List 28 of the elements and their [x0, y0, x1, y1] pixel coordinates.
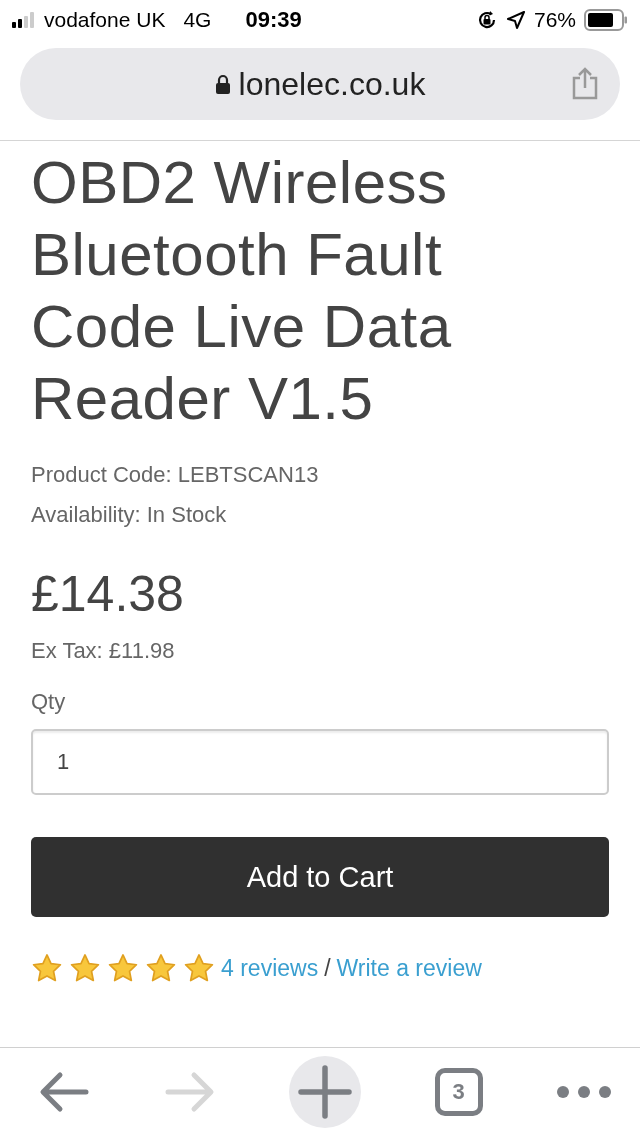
product-code: Product Code: LEBTSCAN13 [31, 461, 320, 489]
star-icon [31, 953, 63, 983]
battery-icon [584, 9, 628, 31]
star-icon [183, 953, 215, 983]
product-title: OBD2 Wireless Bluetooth Fault Code Live Data Reader V1.5 [31, 148, 453, 434]
add-to-cart-button[interactable]: Add to Cart [31, 837, 609, 917]
back-arrow-icon[interactable] [38, 1070, 90, 1114]
star-icon [69, 953, 101, 983]
tab-count-button[interactable]: 3 [434, 1068, 483, 1116]
address-bar[interactable]: lonelec.co.uk [20, 48, 620, 120]
star-icon [107, 953, 139, 983]
battery-percent: 76% [533, 8, 576, 32]
separator: / [324, 954, 331, 982]
network-type: 4G [183, 8, 212, 32]
star-icon [145, 953, 177, 983]
share-icon[interactable] [570, 66, 600, 100]
new-tab-plus-icon[interactable] [289, 1056, 361, 1128]
more-dots-icon[interactable] [556, 1085, 612, 1099]
location-arrow-icon [505, 10, 526, 30]
url-text: lonelec.co.uk [238, 65, 426, 103]
availability: Availability: In Stock [31, 501, 228, 529]
qty-label: Qty [31, 689, 67, 715]
lock-icon [214, 74, 231, 94]
price: £14.38 [31, 565, 185, 623]
carrier-name: vodafone UK [44, 8, 166, 32]
qty-field[interactable]: 1 [31, 729, 609, 795]
clock-time: 09:39 [245, 7, 302, 33]
ex-tax-price: Ex Tax: £11.98 [31, 637, 176, 665]
